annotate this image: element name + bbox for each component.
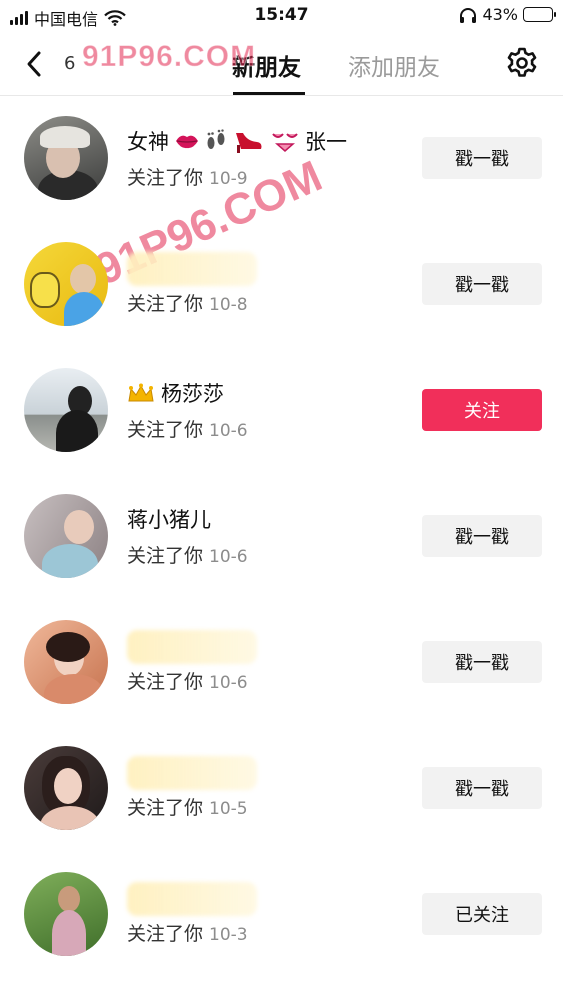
follow-date: 10-5 bbox=[209, 799, 248, 819]
friend-name: 女神 bbox=[127, 130, 169, 154]
follow-status: 关注了你 bbox=[127, 167, 204, 189]
blurred-name bbox=[127, 252, 257, 286]
blurred-name bbox=[127, 630, 257, 664]
gear-icon[interactable] bbox=[505, 46, 539, 80]
follow-date: 10-8 bbox=[209, 295, 248, 315]
poke-button[interactable]: 戳一戳 bbox=[422, 767, 542, 809]
friend-name-suffix: 张一 bbox=[305, 130, 347, 154]
top-nav: 6 新朋友 添加朋友 bbox=[0, 32, 563, 96]
follow-status: 关注了你 bbox=[127, 293, 204, 315]
follow-button[interactable]: 关注 bbox=[422, 389, 542, 431]
back-button[interactable] bbox=[18, 48, 50, 80]
poke-button[interactable]: 戳一戳 bbox=[422, 641, 542, 683]
follow-status: 关注了你 bbox=[127, 797, 204, 819]
status-bar: 中国电信 15:47 43% bbox=[0, 0, 563, 32]
avatar[interactable] bbox=[24, 368, 108, 452]
follow-status: 关注了你 bbox=[127, 671, 204, 693]
chevron-left-icon bbox=[27, 51, 41, 77]
avatar[interactable] bbox=[24, 116, 108, 200]
headphones-icon bbox=[460, 7, 477, 23]
blurred-name bbox=[127, 882, 257, 916]
follow-date: 10-6 bbox=[209, 673, 248, 693]
follow-date: 10-3 bbox=[209, 925, 248, 945]
follow-date: 10-6 bbox=[209, 421, 248, 441]
blurred-name bbox=[127, 756, 257, 790]
avatar[interactable] bbox=[24, 746, 108, 830]
friend-name: 杨莎莎 bbox=[161, 382, 224, 406]
battery-percent: 43% bbox=[482, 5, 518, 24]
poke-button[interactable]: 戳一戳 bbox=[422, 263, 542, 305]
crown-icon bbox=[128, 383, 154, 402]
battery-icon bbox=[523, 7, 556, 22]
list-item[interactable]: 关注了你 10-6 戳一戳 bbox=[0, 600, 563, 726]
poke-button[interactable]: 戳一戳 bbox=[422, 137, 542, 179]
list-item[interactable]: 女神 张一 关注了你 10-9 戳一戳 bbox=[0, 96, 563, 222]
avatar[interactable] bbox=[24, 620, 108, 704]
follow-status: 关注了你 bbox=[127, 923, 204, 945]
tab-add-friends[interactable]: 添加朋友 bbox=[348, 48, 440, 82]
list-item[interactable]: 蒋小猪儿 关注了你 10-6 戳一戳 bbox=[0, 474, 563, 600]
footprints-icon bbox=[205, 129, 227, 153]
list-item[interactable]: 关注了你 10-5 戳一戳 bbox=[0, 726, 563, 852]
avatar[interactable] bbox=[24, 494, 108, 578]
friend-name: 蒋小猪儿 bbox=[127, 508, 211, 532]
tab-following-count[interactable]: 6 bbox=[64, 53, 75, 74]
follow-date: 10-6 bbox=[209, 547, 248, 567]
avatar[interactable] bbox=[24, 242, 108, 326]
follow-status: 关注了你 bbox=[127, 545, 204, 567]
active-tab-indicator bbox=[233, 92, 305, 95]
tab-new-friends[interactable]: 新朋友 bbox=[232, 48, 301, 82]
high-heel-icon bbox=[233, 129, 265, 153]
poke-button[interactable]: 戳一戳 bbox=[422, 515, 542, 557]
new-friends-list: 女神 张一 关注了你 10-9 戳一戳 关注了你 10-8 戳一戳 杨莎莎 关注… bbox=[0, 96, 563, 978]
list-item[interactable]: 关注了你 10-8 戳一戳 bbox=[0, 222, 563, 348]
follow-status: 关注了你 bbox=[127, 419, 204, 441]
following-button[interactable]: 已关注 bbox=[422, 893, 542, 935]
list-item[interactable]: 关注了你 10-3 已关注 bbox=[0, 852, 563, 978]
list-item[interactable]: 杨莎莎 关注了你 10-6 关注 bbox=[0, 348, 563, 474]
avatar[interactable] bbox=[24, 872, 108, 956]
lips-icon bbox=[175, 132, 199, 150]
bikini-icon bbox=[271, 130, 299, 152]
follow-date: 10-9 bbox=[209, 169, 248, 189]
